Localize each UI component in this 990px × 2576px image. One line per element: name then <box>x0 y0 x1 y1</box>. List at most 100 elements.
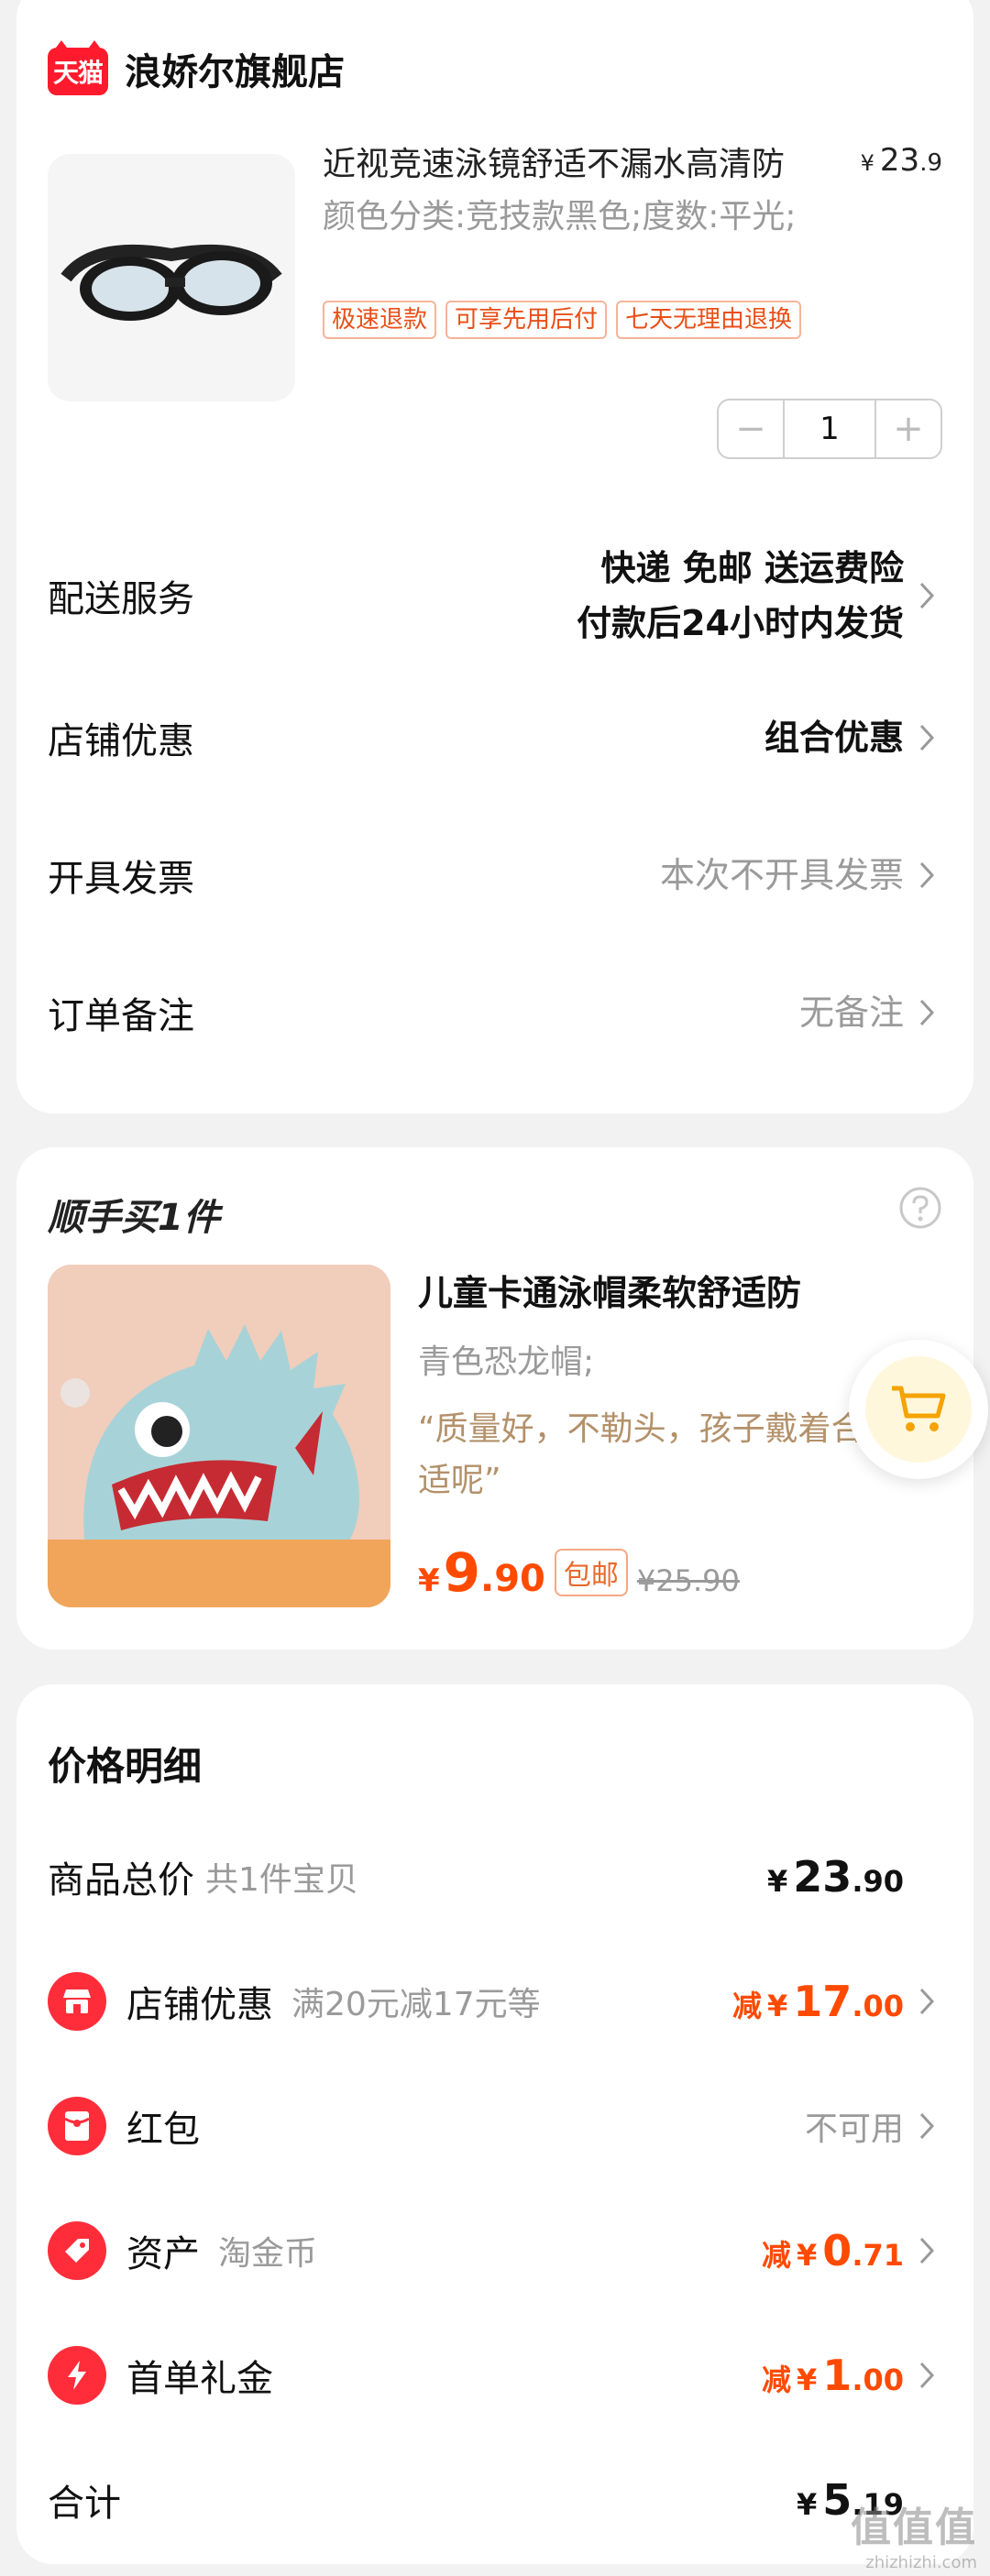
total-price-row: 商品总价 共1件宝贝 ¥23.90 <box>48 1840 942 1913</box>
store-discount-label: 店铺优惠 <box>48 720 194 762</box>
invoice-row[interactable]: 开具发票 本次不开具发票 <box>48 843 942 907</box>
store-discount-value: 组合优惠 <box>764 718 904 758</box>
invoice-value: 本次不开具发票 <box>659 855 904 895</box>
asset-row[interactable]: 资产 淘金币 减 ¥0.71 <box>48 2214 942 2287</box>
delivery-service-row[interactable]: 配送服务 快递 免邮 送运费险 付款后24小时内发货 <box>48 532 942 660</box>
price-dec: .9 <box>919 149 942 177</box>
chevron-right-icon <box>911 719 942 756</box>
service-tag: 可享先用后付 <box>446 301 608 339</box>
remark-value: 无备注 <box>798 992 904 1033</box>
recommend-card: 顺手买1件 儿童卡通泳帽柔软舒适防 青色恐龙帽; “质量好，不勒头，孩子戴着合适… <box>16 1147 974 1650</box>
first-order-gift-row[interactable]: 首单礼金 减 ¥1.00 <box>48 2339 942 2412</box>
help-icon[interactable] <box>898 1186 942 1233</box>
discount-prefix: 减 <box>762 2362 792 2397</box>
recommend-price: ¥9.90 <box>418 1541 545 1604</box>
shop-coupon-row[interactable]: 店铺优惠 满20元减17元等 减 ¥17.00 <box>48 1965 942 2038</box>
chevron-right-icon <box>911 2108 942 2144</box>
price-int: 1 <box>822 2351 852 2400</box>
store-discount-row[interactable]: 店铺优惠 组合优惠 <box>48 706 942 770</box>
recommend-title: 顺手买1件 <box>48 1197 220 1239</box>
price-int: 0 <box>822 2226 852 2275</box>
delivery-label: 配送服务 <box>48 578 194 620</box>
recommend-product-sku: 青色恐龙帽; <box>418 1343 595 1381</box>
chevron-right-icon <box>911 994 942 1031</box>
shop-coupon-rule: 满20元减17元等 <box>292 1986 541 2023</box>
order-item-card: 天猫 浪娇尔旗舰店 近视竞速泳镜舒适不漏水高清防 ¥23.9 颜色分类:竞技款黑… <box>16 0 974 1113</box>
red-packet-label: 红包 <box>126 2109 200 2151</box>
red-packet-icon <box>48 2097 106 2155</box>
product-title[interactable]: 近视竞速泳镜舒适不漏水高清防 <box>323 137 864 185</box>
store-name[interactable]: 浪娇尔旗舰店 <box>125 42 345 95</box>
order-remark-row[interactable]: 订单备注 无备注 <box>48 981 942 1045</box>
red-packet-value: 不可用 <box>804 2110 904 2148</box>
shop-icon <box>48 1972 106 2031</box>
tmall-logo: 天猫 <box>48 40 108 95</box>
goggles-image <box>60 244 282 321</box>
recommend-product-name[interactable]: 儿童卡通泳帽柔软舒适防 <box>418 1265 801 1315</box>
price-dec: .00 <box>852 2362 904 2397</box>
total-count: 共1件宝贝 <box>205 1861 358 1899</box>
price-int: 17 <box>793 1977 852 2026</box>
original-price: ¥25.90 <box>636 1563 740 1598</box>
price-symbol: ¥ <box>797 2362 818 2397</box>
chevron-right-icon <box>911 1983 942 2020</box>
quantity-value[interactable]: 1 <box>783 400 876 457</box>
price-int: 23 <box>793 1852 852 1902</box>
price-dec: .00 <box>852 1989 904 2023</box>
asset-amount: 减 ¥0.71 <box>762 2226 904 2275</box>
chevron-right-icon <box>911 857 942 893</box>
discount-prefix: 减 <box>762 2238 792 2273</box>
chevron-right-icon <box>911 2357 942 2394</box>
product-sku[interactable]: 颜色分类:竞技款黑色;度数:平光; <box>323 192 799 242</box>
price-int: 9 <box>443 1541 481 1604</box>
product-price: ¥23.9 <box>861 142 942 179</box>
shop-coupon-amount: 减 ¥17.00 <box>732 1977 904 2026</box>
price-symbol: ¥ <box>767 1864 788 1899</box>
recommend-review: “质量好，不勒头，孩子戴着合适呢” <box>418 1410 864 1499</box>
discount-prefix: 减 <box>732 1989 763 2023</box>
price-symbol: ¥ <box>860 150 874 176</box>
service-tag: 极速退款 <box>323 301 437 339</box>
price-int: 5 <box>822 2475 852 2525</box>
decrease-quantity-button[interactable]: − <box>719 400 783 457</box>
tmall-logo-text: 天猫 <box>52 58 104 88</box>
watermark-logo: 值值值 <box>851 2505 977 2551</box>
increase-quantity-button[interactable]: + <box>876 400 940 457</box>
free-shipping-badge: 包邮 <box>554 1549 628 1596</box>
product-image[interactable] <box>48 154 295 401</box>
recommend-price-block: ¥9.90 包邮 ¥25.90 <box>418 1541 740 1604</box>
price-symbol: ¥ <box>767 1989 788 2023</box>
cart-icon <box>865 1356 972 1463</box>
asset-label: 资产 <box>126 2233 200 2275</box>
delivery-value-line1: 快递 免邮 送运费险 <box>600 548 904 588</box>
add-to-cart-button[interactable] <box>849 1340 988 1479</box>
recommend-product-image[interactable] <box>48 1265 390 1607</box>
chevron-right-icon <box>911 2232 942 2269</box>
invoice-label: 开具发票 <box>48 858 194 900</box>
service-tag: 七天无理由退换 <box>616 301 802 339</box>
site-watermark: 值值值 zhizhizhi.com <box>851 2494 977 2572</box>
price-dec: .90 <box>852 1864 904 1899</box>
watermark-url: zhizhizhi.com <box>865 2553 977 2572</box>
price-symbol: ¥ <box>797 2238 818 2273</box>
chevron-right-icon <box>911 577 942 614</box>
sum-label: 合计 <box>48 2483 121 2525</box>
delivery-value-line2: 付款后24小时内发货 <box>577 603 904 643</box>
red-packet-row[interactable]: 红包 不可用 <box>48 2089 942 2163</box>
remark-label: 订单备注 <box>48 995 194 1037</box>
sum-row: 合计 ¥5.19 <box>48 2463 942 2537</box>
price-dec: .90 <box>480 1558 545 1600</box>
total-label: 商品总价 <box>48 1859 194 1902</box>
lightning-icon <box>48 2346 106 2405</box>
price-dec: .71 <box>852 2238 904 2273</box>
asset-source: 淘金币 <box>218 2235 318 2273</box>
first-order-amount: 减 ¥1.00 <box>762 2351 904 2400</box>
price-detail-title: 价格明细 <box>48 1744 203 1789</box>
shop-coupon-label: 店铺优惠 <box>126 1984 273 2026</box>
price-detail-card: 价格明细 商品总价 共1件宝贝 ¥23.90 店铺优惠 满20元减17元等 减 ¥… <box>16 1684 974 2564</box>
price-symbol: ¥ <box>418 1562 440 1599</box>
total-amount: ¥23.90 <box>767 1852 904 1902</box>
price-symbol: ¥ <box>797 2487 818 2522</box>
dinosaur-swim-cap-image <box>48 1265 390 1607</box>
quantity-stepper: − 1 + <box>717 399 942 459</box>
